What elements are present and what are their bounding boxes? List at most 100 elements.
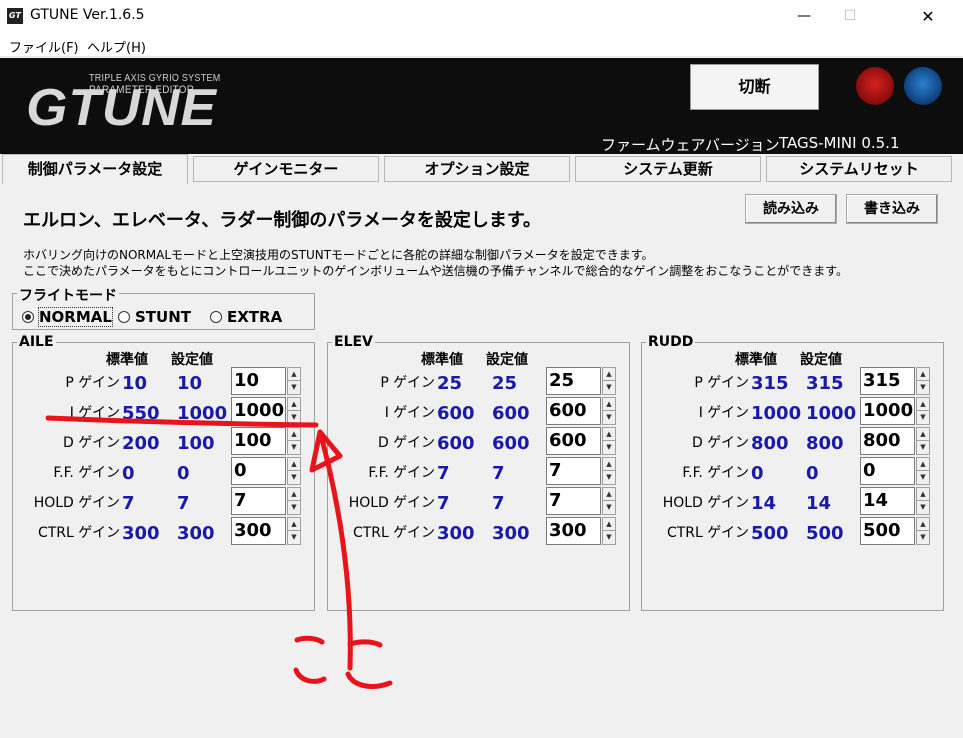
rudd-ff-input[interactable]: 0 <box>860 457 915 485</box>
elev-hold-input[interactable]: 7 <box>546 487 601 515</box>
rudd-i-stepper[interactable]: 1000 ▲ ▼ <box>860 397 930 425</box>
aile-i-stepper[interactable]: 1000 ▲ ▼ <box>231 397 301 425</box>
aile-legend: AILE <box>17 334 56 350</box>
elev-d-up-icon[interactable]: ▲ <box>603 428 615 441</box>
rudd-d-up-icon[interactable]: ▲ <box>917 428 929 441</box>
tab-gain-monitor[interactable]: ゲインモニター <box>193 156 379 182</box>
elev-p-up-icon[interactable]: ▲ <box>603 368 615 381</box>
aile-hold-up-icon[interactable]: ▲ <box>288 488 300 501</box>
aile-i-up-icon[interactable]: ▲ <box>288 398 300 411</box>
aile-p-up-icon[interactable]: ▲ <box>288 368 300 381</box>
menu-help[interactable]: ヘルプ(H) <box>87 37 146 56</box>
read-button[interactable]: 読み込み <box>745 194 837 224</box>
aile-ctrl-input[interactable]: 300 <box>231 517 286 545</box>
tab-system-update[interactable]: システム更新 <box>575 156 761 182</box>
rudd-p-down-icon[interactable]: ▼ <box>917 381 929 394</box>
elev-ctrl-stepper[interactable]: 300 ▲ ▼ <box>546 517 616 545</box>
rudd-hold-down-icon[interactable]: ▼ <box>917 501 929 514</box>
tab-system-reset[interactable]: システムリセット <box>766 156 952 182</box>
elev-i-stepper[interactable]: 600 ▲ ▼ <box>546 397 616 425</box>
rudd-i-down-icon[interactable]: ▼ <box>917 411 929 424</box>
rudd-d-down-icon[interactable]: ▼ <box>917 441 929 454</box>
elev-group: ELEV 標準値 設定値 P ゲイン 25 25 25 ▲ ▼ I ゲイン 600… <box>327 334 630 611</box>
aile-d-setting: 100 <box>177 433 215 454</box>
elev-ff-up-icon[interactable]: ▲ <box>603 458 615 471</box>
rudd-d-input[interactable]: 800 <box>860 427 915 455</box>
rudd-i-input[interactable]: 1000 <box>860 397 915 425</box>
elev-d-stepper[interactable]: 600 ▲ ▼ <box>546 427 616 455</box>
aile-p-input[interactable]: 10 <box>231 367 286 395</box>
rudd-hold-stepper[interactable]: 14 ▲ ▼ <box>860 487 930 515</box>
elev-ctrl-input[interactable]: 300 <box>546 517 601 545</box>
rudd-hold-input[interactable]: 14 <box>860 487 915 515</box>
rudd-d-stepper[interactable]: 800 ▲ ▼ <box>860 427 930 455</box>
radio-normal-dot <box>22 311 34 323</box>
aile-ff-input[interactable]: 0 <box>231 457 286 485</box>
rudd-group: RUDD 標準値 設定値 P ゲイン 315 315 315 ▲ ▼ I ゲイン … <box>641 334 944 611</box>
elev-i-up-icon[interactable]: ▲ <box>603 398 615 411</box>
write-button[interactable]: 書き込み <box>846 194 938 224</box>
aile-hold-down-icon[interactable]: ▼ <box>288 501 300 514</box>
elev-ctrl-up-icon[interactable]: ▲ <box>603 518 615 531</box>
radio-stunt-label: STUNT <box>135 308 192 326</box>
aile-ctrl-stepper[interactable]: 300 ▲ ▼ <box>231 517 301 545</box>
elev-ff-input[interactable]: 7 <box>546 457 601 485</box>
rudd-p-stepper[interactable]: 315 ▲ ▼ <box>860 367 930 395</box>
aile-d-up-icon[interactable]: ▲ <box>288 428 300 441</box>
rudd-ctrl-down-icon[interactable]: ▼ <box>917 531 929 544</box>
elev-i-input[interactable]: 600 <box>546 397 601 425</box>
disconnect-button[interactable]: 切断 <box>690 64 819 110</box>
elev-hold-stepper[interactable]: 7 ▲ ▼ <box>546 487 616 515</box>
elev-d-setting: 600 <box>492 433 530 454</box>
radio-normal[interactable]: NORMAL <box>22 307 113 327</box>
rudd-hold-up-icon[interactable]: ▲ <box>917 488 929 501</box>
tab-options[interactable]: オプション設定 <box>384 156 570 182</box>
rudd-p-input[interactable]: 315 <box>860 367 915 395</box>
aile-ff-stepper[interactable]: 0 ▲ ▼ <box>231 457 301 485</box>
aile-d-input[interactable]: 100 <box>231 427 286 455</box>
rudd-ctrl-input[interactable]: 500 <box>860 517 915 545</box>
maximize-button[interactable]: ☐ <box>827 0 873 33</box>
elev-ctrl-setting: 300 <box>492 523 530 544</box>
aile-ff-down-icon[interactable]: ▼ <box>288 471 300 484</box>
aile-p-down-icon[interactable]: ▼ <box>288 381 300 394</box>
radio-stunt[interactable]: STUNT <box>118 308 191 326</box>
rudd-ff-stepper[interactable]: 0 ▲ ▼ <box>860 457 930 485</box>
elev-d-down-icon[interactable]: ▼ <box>603 441 615 454</box>
rudd-ctrl-stepper[interactable]: 500 ▲ ▼ <box>860 517 930 545</box>
aile-hold-stepper[interactable]: 7 ▲ ▼ <box>231 487 301 515</box>
aile-ff-up-icon[interactable]: ▲ <box>288 458 300 471</box>
elev-i-down-icon[interactable]: ▼ <box>603 411 615 424</box>
aile-hold-standard: 7 <box>122 493 135 514</box>
elev-hold-down-icon[interactable]: ▼ <box>603 501 615 514</box>
elev-d-input[interactable]: 600 <box>546 427 601 455</box>
rudd-i-up-icon[interactable]: ▲ <box>917 398 929 411</box>
radio-extra[interactable]: EXTRA <box>210 308 282 326</box>
rudd-ctrl-up-icon[interactable]: ▲ <box>917 518 929 531</box>
minimize-button[interactable]: — <box>781 0 827 33</box>
aile-d-stepper[interactable]: 100 ▲ ▼ <box>231 427 301 455</box>
elev-ff-down-icon[interactable]: ▼ <box>603 471 615 484</box>
aile-ctrl-up-icon[interactable]: ▲ <box>288 518 300 531</box>
rudd-p-up-icon[interactable]: ▲ <box>917 368 929 381</box>
aile-ctrl-down-icon[interactable]: ▼ <box>288 531 300 544</box>
elev-ctrl-down-icon[interactable]: ▼ <box>603 531 615 544</box>
aile-group: AILE 標準値 設定値 P ゲイン 10 10 10 ▲ ▼ I ゲイン 550… <box>12 334 315 611</box>
tab-control-parameters[interactable]: 制御パラメータ設定 <box>2 154 188 184</box>
close-button[interactable]: ✕ <box>905 0 951 33</box>
aile-p-stepper[interactable]: 10 ▲ ▼ <box>231 367 301 395</box>
elev-ctrl-label: CTRL ゲイン <box>352 525 435 541</box>
elev-p-down-icon[interactable]: ▼ <box>603 381 615 394</box>
aile-d-down-icon[interactable]: ▼ <box>288 441 300 454</box>
elev-p-stepper[interactable]: 25 ▲ ▼ <box>546 367 616 395</box>
menu-file[interactable]: ファイル(F) <box>9 37 79 56</box>
aile-i-input[interactable]: 1000 <box>231 397 286 425</box>
elev-hold-up-icon[interactable]: ▲ <box>603 488 615 501</box>
aile-hold-input[interactable]: 7 <box>231 487 286 515</box>
elev-p-input[interactable]: 25 <box>546 367 601 395</box>
elev-ff-stepper[interactable]: 7 ▲ ▼ <box>546 457 616 485</box>
rudd-ff-up-icon[interactable]: ▲ <box>917 458 929 471</box>
aile-p-label: P ゲイン <box>65 375 120 391</box>
aile-i-down-icon[interactable]: ▼ <box>288 411 300 424</box>
rudd-ff-down-icon[interactable]: ▼ <box>917 471 929 484</box>
